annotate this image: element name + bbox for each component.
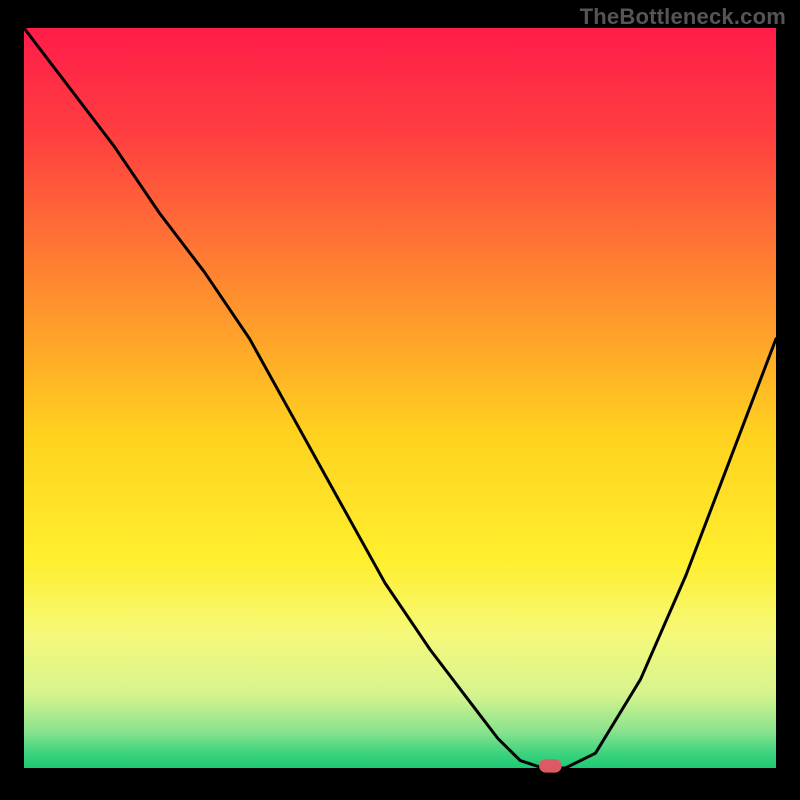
plot-background [24,28,776,768]
minimum-marker [539,759,562,772]
chart-container: TheBottleneck.com [0,0,800,800]
marker-group [539,759,562,772]
chart-svg [0,0,800,800]
